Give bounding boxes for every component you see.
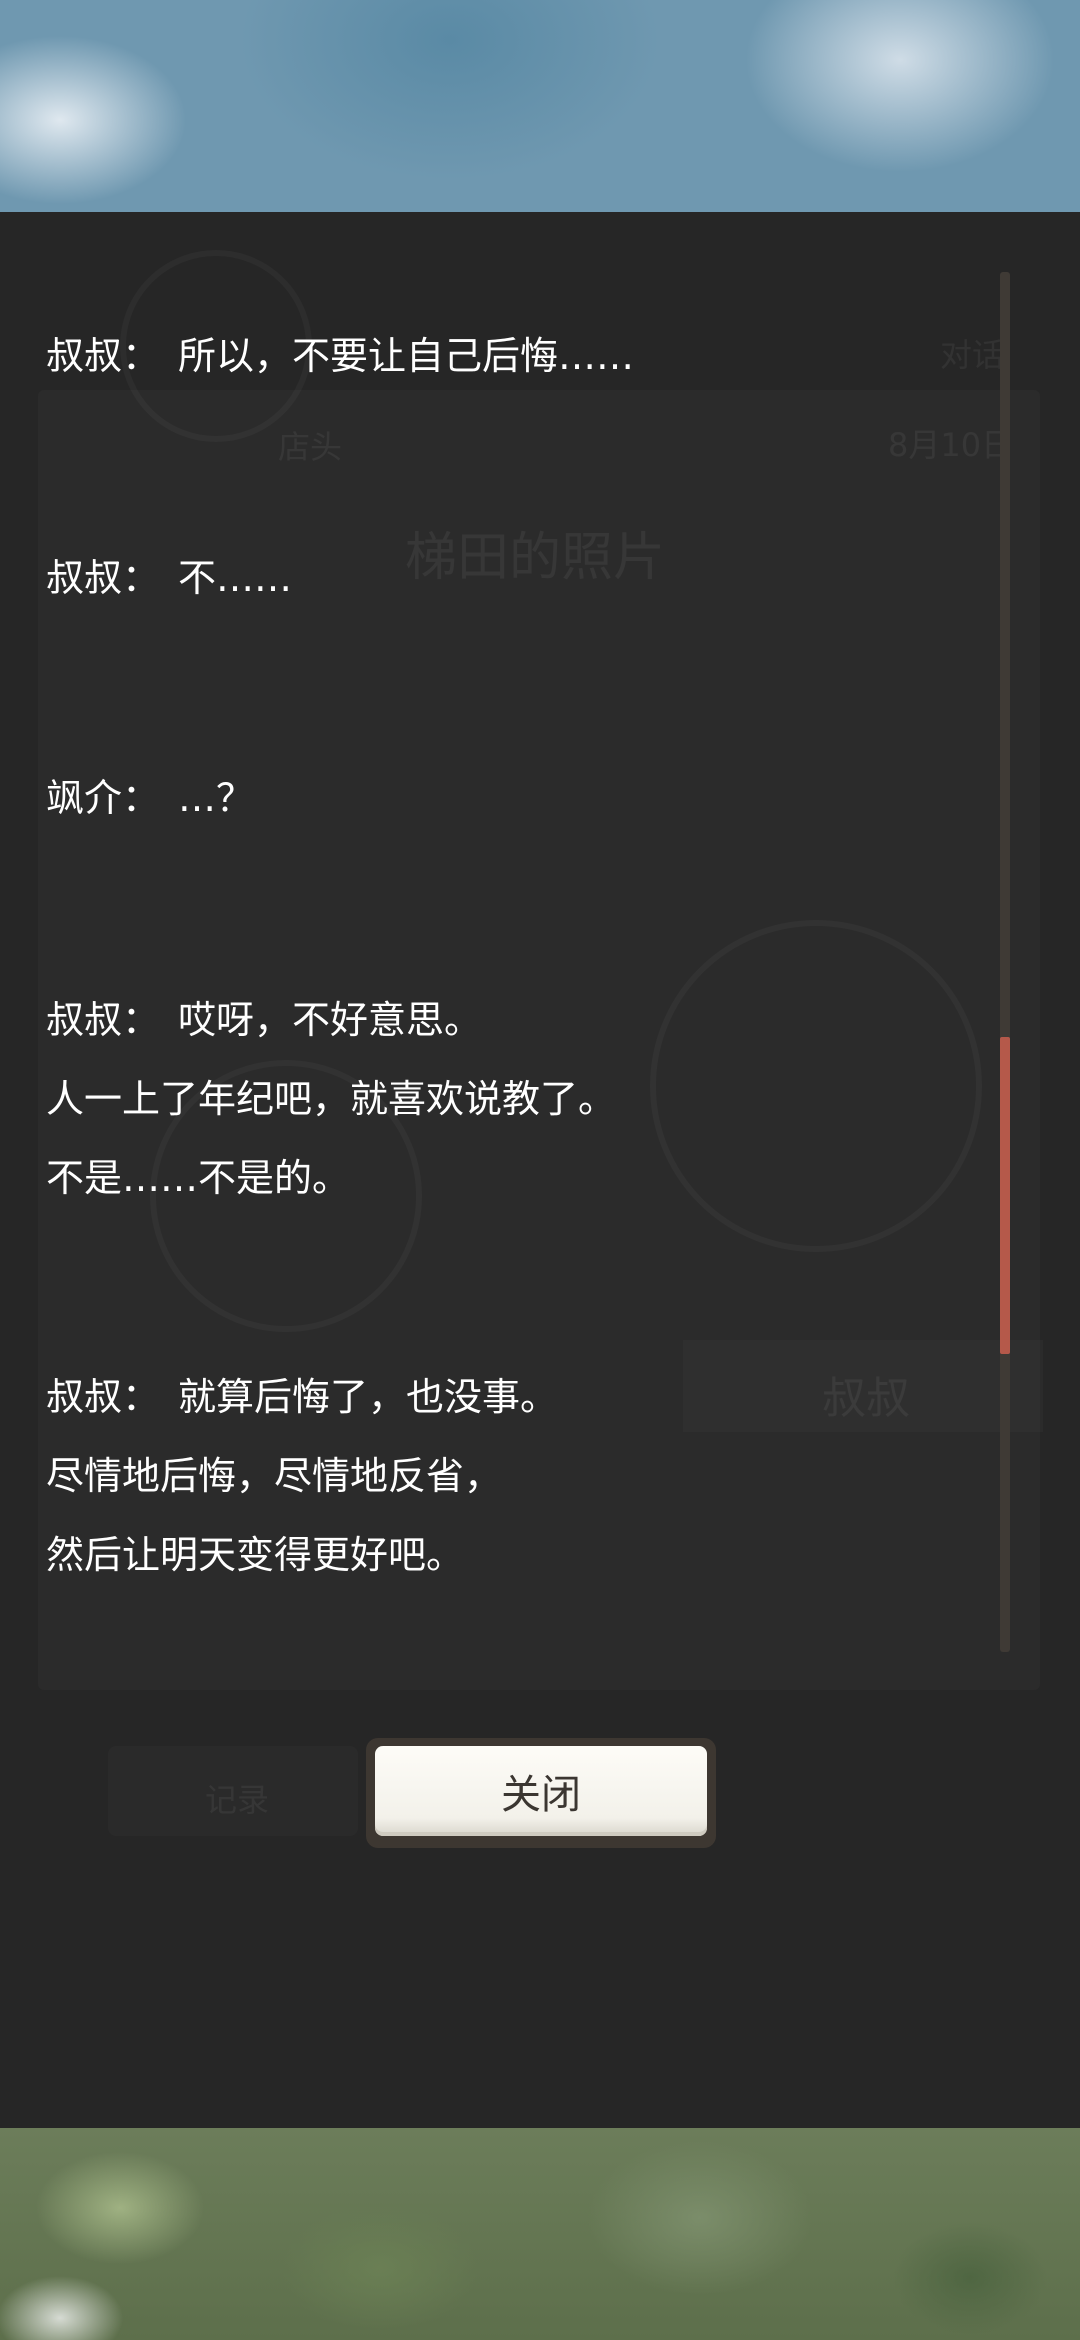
sky-background xyxy=(0,0,1080,212)
log-entry: 叔叔： 所以，不要让自己后悔…… xyxy=(46,332,634,380)
log-text: …？ xyxy=(178,776,255,820)
log-speaker: 叔叔： xyxy=(46,998,161,1042)
foliage-background xyxy=(0,2128,1080,2340)
underlying-date: 8月10日 xyxy=(888,426,1014,464)
log-entry: 叔叔： 不…… xyxy=(46,554,292,602)
log-text-continuation: 尽情地后悔，尽情地反省， xyxy=(46,1454,503,1498)
log-entry: 叔叔： 就算后悔了，也没事。 xyxy=(46,1373,558,1421)
log-entry: 叔叔： 哎呀，不好意思。 xyxy=(46,996,482,1044)
log-text: 不…… xyxy=(178,556,293,600)
underlying-speaker-name: 叔叔 xyxy=(822,1373,910,1424)
close-button[interactable]: 关闭 xyxy=(375,1746,707,1836)
game-screen: 对话 店头 8月10日 梯田的照片 叔叔 记录 叔叔： 所以，不要让自己后悔…… … xyxy=(0,0,1080,2340)
log-text: 就算后悔了，也没事。 xyxy=(178,1375,559,1419)
underlying-log-label: 记录 xyxy=(205,1781,270,1819)
underlying-tag: 对话 xyxy=(940,336,1005,374)
log-text-continuation: 然后让明天变得更好吧。 xyxy=(46,1533,465,1577)
log-speaker: 飒介： xyxy=(46,776,161,820)
log-entry: 飒介： …？ xyxy=(46,774,254,822)
log-speaker: 叔叔： xyxy=(46,1375,161,1419)
underlying-place: 店头 xyxy=(278,428,343,466)
log-speaker: 叔叔： xyxy=(46,556,161,600)
log-speaker: 叔叔： xyxy=(46,334,161,378)
log-scrollbar-thumb[interactable] xyxy=(1000,1037,1010,1354)
log-scrollbar-track[interactable] xyxy=(1000,272,1010,1652)
log-text: 所以，不要让自己后悔…… xyxy=(178,334,635,378)
log-text-continuation: 不是……不是的。 xyxy=(46,1156,351,1200)
log-text: 哎呀，不好意思。 xyxy=(178,998,483,1042)
log-text-continuation: 人一上了年纪吧，就喜欢说教了。 xyxy=(46,1077,617,1121)
underlying-title: 梯田的照片 xyxy=(405,528,666,588)
underlying-character-face xyxy=(650,920,982,1252)
